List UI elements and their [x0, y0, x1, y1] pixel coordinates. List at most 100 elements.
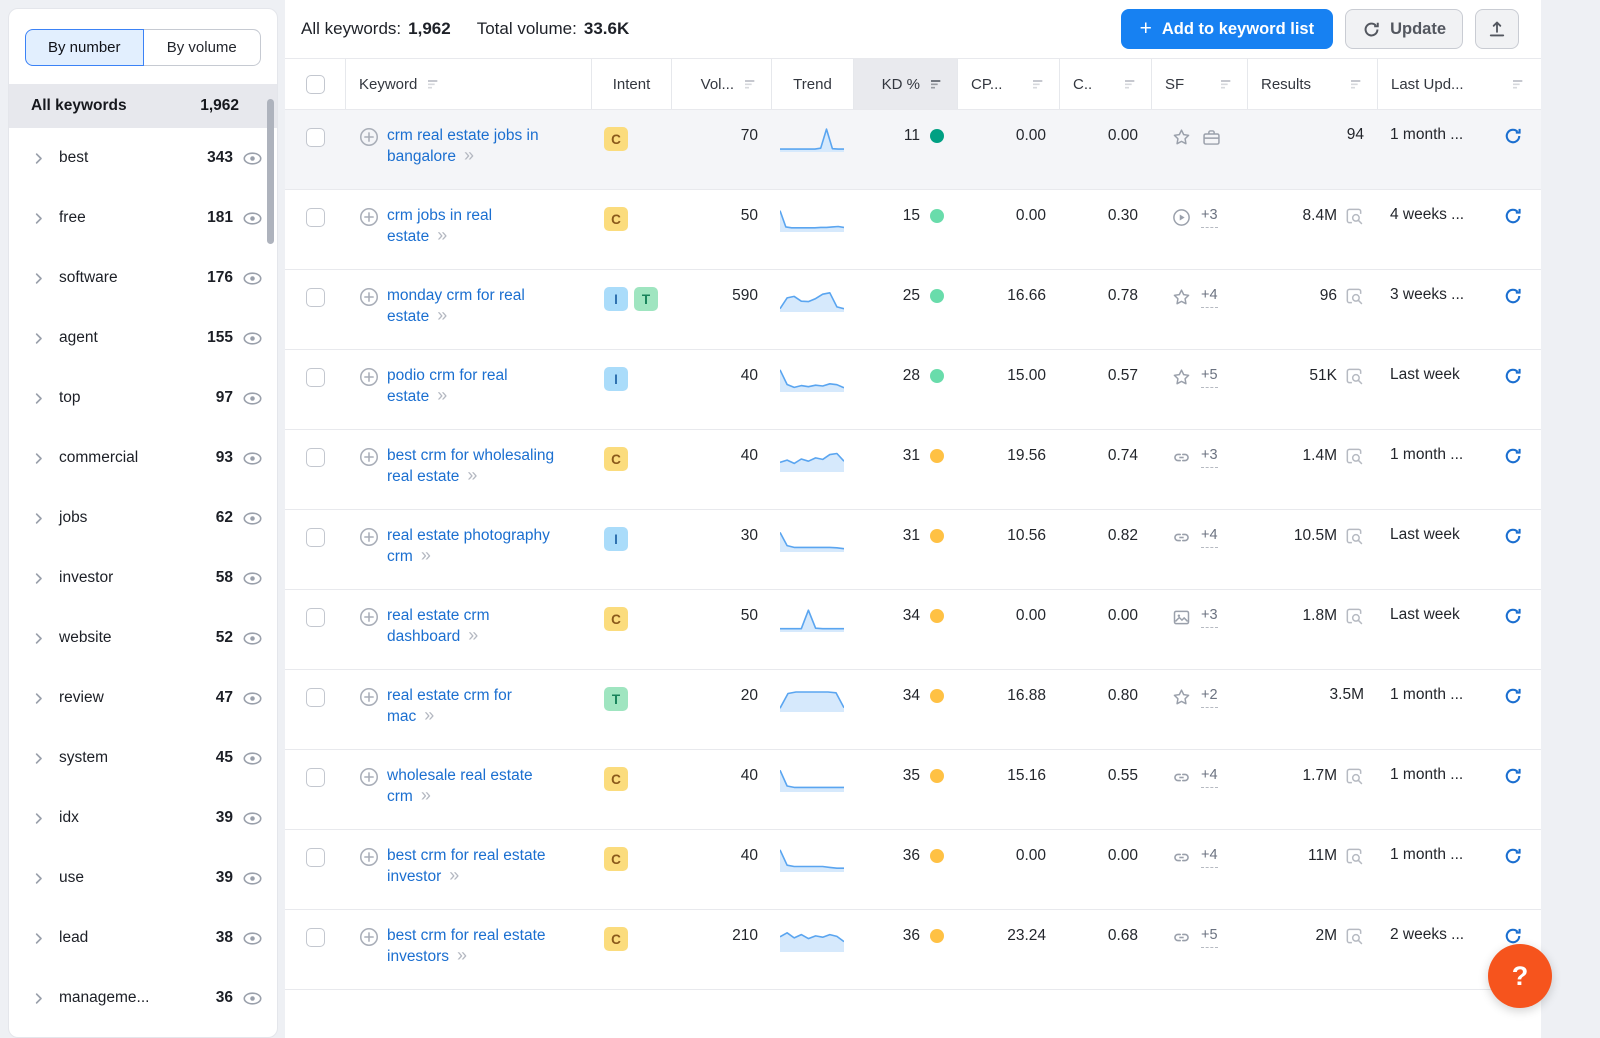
chevron-right-icon[interactable]	[31, 511, 46, 526]
sidebar-item-software[interactable]: software 176	[9, 248, 277, 308]
chevron-right-icon[interactable]	[31, 271, 46, 286]
link-icon[interactable]	[1171, 847, 1192, 868]
link-icon[interactable]	[1171, 527, 1192, 548]
eye-icon[interactable]	[242, 808, 263, 829]
refresh-row-icon[interactable]	[1503, 846, 1523, 866]
eye-icon[interactable]	[242, 388, 263, 409]
keyword-link[interactable]: podio crm for real estate	[387, 367, 508, 405]
sort-icon[interactable]	[928, 76, 944, 92]
expand-keyword-icon[interactable]: »	[424, 705, 433, 725]
sidebar-item-website[interactable]: website 52	[9, 608, 277, 668]
keyword-link[interactable]: wholesale real estate crm	[387, 767, 533, 805]
expand-keyword-icon[interactable]: »	[437, 225, 446, 245]
eye-icon[interactable]	[242, 208, 263, 229]
chevron-right-icon[interactable]	[31, 751, 46, 766]
image-icon[interactable]	[1171, 607, 1192, 628]
sidebar-item-lead[interactable]: lead 38	[9, 908, 277, 968]
serp-preview-icon[interactable]	[1344, 766, 1364, 786]
eye-icon[interactable]	[242, 328, 263, 349]
refresh-row-icon[interactable]	[1503, 766, 1523, 786]
sidebar-item-top[interactable]: top 97	[9, 368, 277, 428]
sidebar-item-best[interactable]: best 343	[9, 128, 277, 188]
column-header-cpc[interactable]: CP...	[957, 59, 1059, 109]
sidebar-item-system[interactable]: system 45	[9, 728, 277, 788]
eye-icon[interactable]	[242, 148, 263, 169]
tab-by-number[interactable]: By number	[25, 29, 144, 66]
add-keyword-icon[interactable]	[358, 846, 380, 868]
add-keyword-icon[interactable]	[358, 446, 380, 468]
refresh-row-icon[interactable]	[1503, 206, 1523, 226]
sidebar-item-all-keywords[interactable]: All keywords 1,962	[9, 84, 277, 128]
keyword-link[interactable]: real estate crm for mac	[387, 687, 512, 725]
link-icon[interactable]	[1171, 927, 1192, 948]
row-checkbox[interactable]	[306, 368, 325, 387]
serp-preview-icon[interactable]	[1344, 926, 1364, 946]
sf-more-count[interactable]: +5	[1201, 367, 1218, 387]
sort-icon[interactable]	[1218, 76, 1234, 92]
row-checkbox[interactable]	[306, 288, 325, 307]
eye-icon[interactable]	[242, 268, 263, 289]
update-button[interactable]: Update	[1345, 9, 1463, 49]
chevron-right-icon[interactable]	[31, 811, 46, 826]
serp-preview-icon[interactable]	[1344, 846, 1364, 866]
sort-icon[interactable]	[425, 76, 441, 92]
sidebar-item-commercial[interactable]: commercial 93	[9, 428, 277, 488]
serp-preview-icon[interactable]	[1344, 366, 1364, 386]
column-header-sf[interactable]: SF	[1151, 59, 1247, 109]
refresh-row-icon[interactable]	[1503, 526, 1523, 546]
row-checkbox[interactable]	[306, 608, 325, 627]
star-icon[interactable]	[1171, 687, 1192, 708]
select-all-checkbox[interactable]	[306, 75, 325, 94]
tab-by-volume[interactable]: By volume	[144, 29, 262, 66]
star-icon[interactable]	[1171, 287, 1192, 308]
refresh-row-icon[interactable]	[1503, 366, 1523, 386]
column-header-last-update[interactable]: Last Upd...	[1377, 59, 1539, 109]
refresh-row-icon[interactable]	[1503, 926, 1523, 946]
row-checkbox[interactable]	[306, 448, 325, 467]
column-header-kd[interactable]: KD %	[853, 59, 957, 109]
sf-more-count[interactable]: +2	[1201, 687, 1218, 707]
chevron-right-icon[interactable]	[31, 211, 46, 226]
sf-more-count[interactable]: +4	[1201, 767, 1218, 787]
add-keyword-icon[interactable]	[358, 606, 380, 628]
chevron-right-icon[interactable]	[31, 331, 46, 346]
serp-preview-icon[interactable]	[1344, 446, 1364, 466]
serp-preview-icon[interactable]	[1344, 526, 1364, 546]
chevron-right-icon[interactable]	[31, 151, 46, 166]
sf-more-count[interactable]: +3	[1201, 447, 1218, 467]
star-icon[interactable]	[1171, 127, 1192, 148]
chevron-right-icon[interactable]	[31, 631, 46, 646]
sf-more-count[interactable]: +3	[1201, 607, 1218, 627]
column-header-keyword[interactable]: Keyword	[345, 59, 591, 109]
eye-icon[interactable]	[242, 508, 263, 529]
keyword-link[interactable]: best crm for real estate investors	[387, 927, 546, 965]
add-keyword-icon[interactable]	[358, 766, 380, 788]
sort-icon[interactable]	[1348, 76, 1364, 92]
briefcase-icon[interactable]	[1201, 127, 1222, 148]
chevron-right-icon[interactable]	[31, 391, 46, 406]
expand-keyword-icon[interactable]: »	[437, 305, 446, 325]
sort-icon[interactable]	[1122, 76, 1138, 92]
add-keyword-icon[interactable]	[358, 126, 380, 148]
sidebar-item-free[interactable]: free 181	[9, 188, 277, 248]
eye-icon[interactable]	[242, 688, 263, 709]
sf-more-count[interactable]: +3	[1201, 207, 1218, 227]
help-button[interactable]: ?	[1488, 944, 1552, 1008]
serp-preview-icon[interactable]	[1344, 606, 1364, 626]
column-header-volume[interactable]: Vol...	[671, 59, 771, 109]
refresh-row-icon[interactable]	[1503, 126, 1523, 146]
add-keyword-icon[interactable]	[358, 366, 380, 388]
star-icon[interactable]	[1171, 367, 1192, 388]
add-to-keyword-list-button[interactable]: + Add to keyword list	[1121, 9, 1333, 49]
sidebar-item-review[interactable]: review 47	[9, 668, 277, 728]
chevron-right-icon[interactable]	[31, 871, 46, 886]
add-keyword-icon[interactable]	[358, 206, 380, 228]
refresh-row-icon[interactable]	[1503, 286, 1523, 306]
column-header-results[interactable]: Results	[1247, 59, 1377, 109]
serp-preview-icon[interactable]	[1344, 206, 1364, 226]
keyword-link[interactable]: crm real estate jobs in bangalore	[387, 127, 539, 165]
eye-icon[interactable]	[242, 928, 263, 949]
sf-more-count[interactable]: +4	[1201, 527, 1218, 547]
sf-more-count[interactable]: +5	[1201, 927, 1218, 947]
expand-keyword-icon[interactable]: »	[468, 625, 477, 645]
